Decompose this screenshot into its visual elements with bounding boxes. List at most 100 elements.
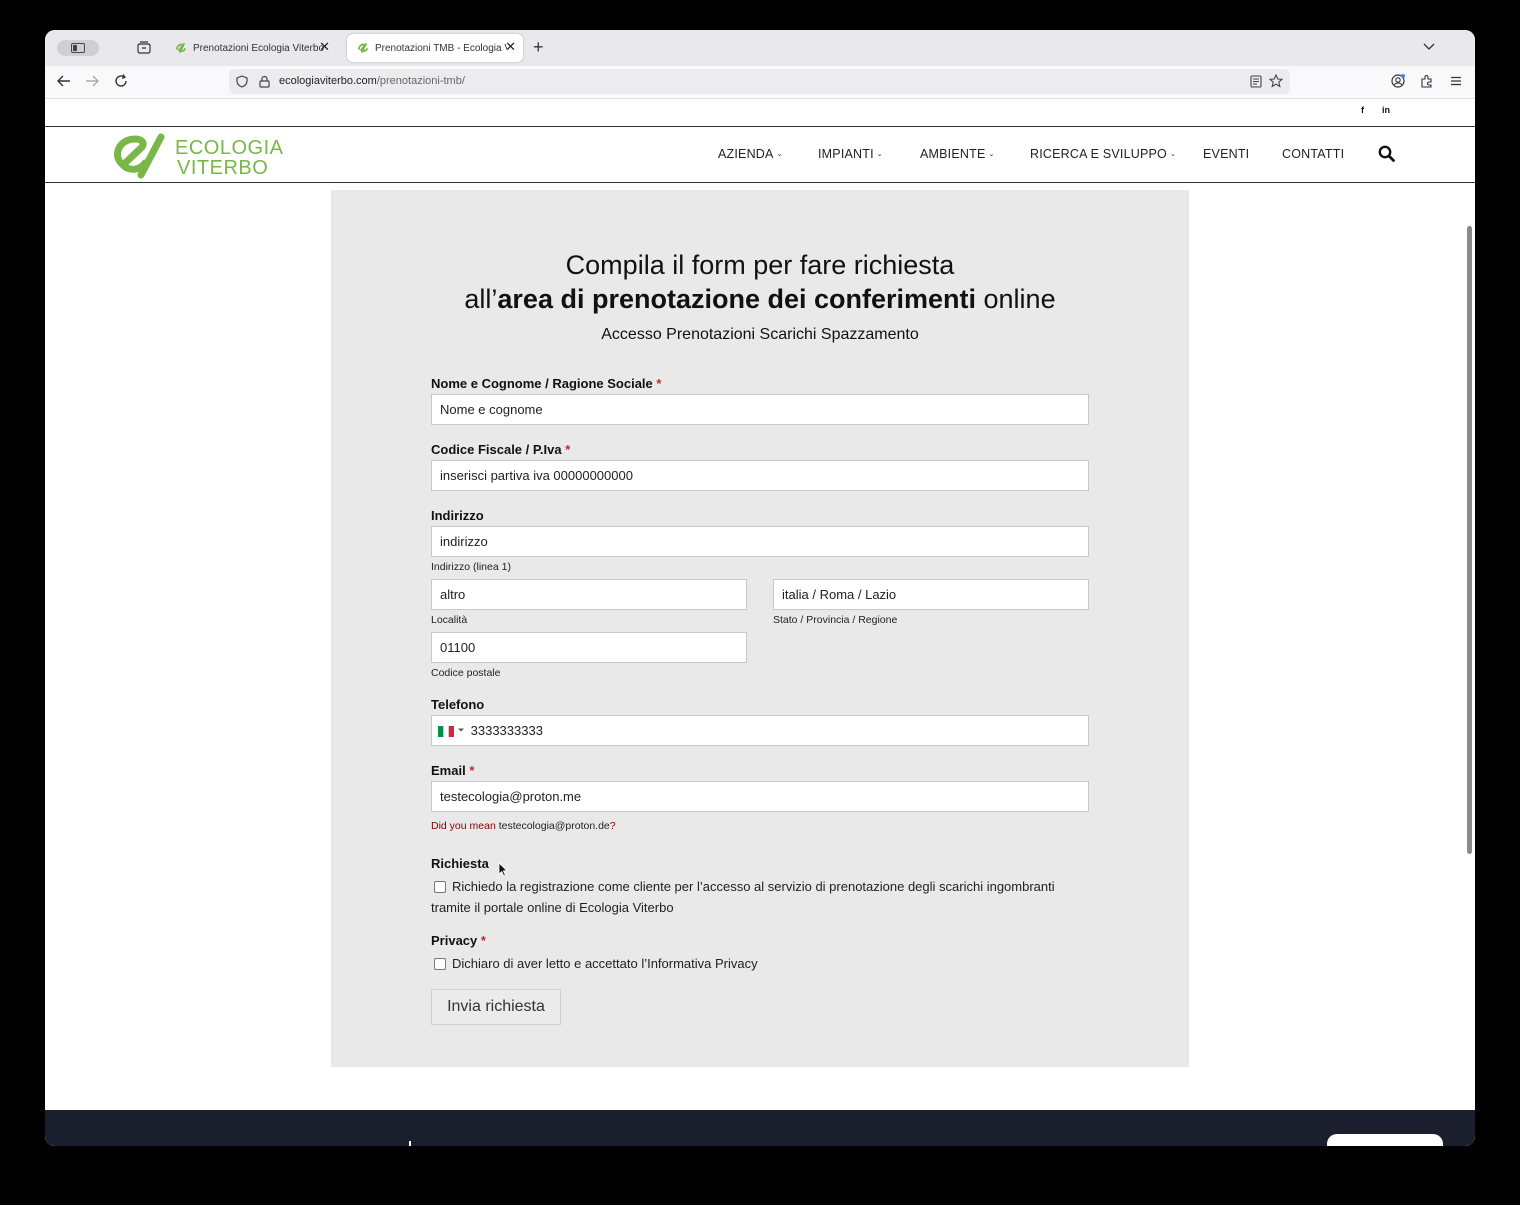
italy-flag-icon: [438, 726, 454, 737]
suggestion-suffix: ?: [609, 820, 616, 832]
request-label: Richiesta: [431, 856, 489, 871]
headline-line-2: all’area di prenotazione dei conferiment…: [331, 282, 1189, 316]
reload-icon[interactable]: [114, 74, 128, 88]
required-marker: *: [480, 933, 486, 948]
page-viewport: f in ECOLOGIA VITERBO AZIENDA ⌄ IMPIANTI ⌄…: [45, 99, 1475, 1146]
hamburger-menu-icon[interactable]: [1449, 74, 1463, 88]
country-code-selector[interactable]: [438, 723, 467, 738]
phone-input[interactable]: 3333333333: [431, 715, 1089, 746]
headline-line-1: Compila il form per fare richiesta: [565, 250, 955, 280]
menu-item-eventi[interactable]: EVENTI: [1203, 147, 1249, 161]
tax-code-input[interactable]: inserisci partiva iva 00000000000: [431, 460, 1089, 491]
form-headline: Compila il form per fare richiesta all’a…: [331, 248, 1189, 316]
menu-item-impianti[interactable]: IMPIANTI ⌄: [818, 147, 883, 161]
list-all-tabs-icon[interactable]: [1423, 40, 1435, 52]
tab-prenotazioni-ecologia[interactable]: Prenotazioni Ecologia Viterbo | E ✕: [165, 34, 337, 62]
email-input[interactable]: testecologia@proton.me: [431, 781, 1089, 812]
page-scrollbar[interactable]: [1467, 226, 1472, 854]
menu-item-contatti[interactable]: CONTATTI: [1282, 147, 1344, 161]
email-suggestion: Did you mean testecologia@proton.de?: [431, 820, 616, 832]
tab-strip: Prenotazioni Ecologia Viterbo | E ✕ Pren…: [45, 30, 1475, 66]
account-icon[interactable]: [1391, 74, 1405, 88]
chevron-down-icon: ⌄: [988, 151, 995, 158]
url-path: /prenotazioni-tmb/: [376, 75, 465, 87]
privacy-checkbox[interactable]: [434, 958, 446, 970]
region-sublabel: Stato / Provincia / Regione: [773, 614, 898, 626]
sidebar-icon: [71, 43, 85, 53]
tab-close-icon[interactable]: ✕: [505, 40, 516, 54]
address-line1-sublabel: Indirizzo (linea 1): [431, 561, 511, 573]
required-marker: *: [469, 763, 475, 778]
top-social-bar: f in: [45, 99, 1475, 127]
region-input[interactable]: italia / Roma / Lazio: [773, 579, 1089, 610]
email-label: Email *: [431, 763, 474, 778]
menu-label: RICERCA E SVILUPPO: [1030, 147, 1167, 161]
browser-window: Prenotazioni Ecologia Viterbo | E ✕ Pren…: [45, 30, 1475, 1146]
tab-title: Prenotazioni Ecologia Viterbo | E: [193, 42, 325, 54]
privacy-option-text[interactable]: Dichiaro di aver letto e accettato l’Inf…: [452, 953, 758, 974]
address-line1-input[interactable]: indirizzo: [431, 526, 1089, 557]
headline-prefix: all’: [464, 284, 498, 314]
privacy-label-text: Privacy: [431, 933, 478, 948]
site-footer: [45, 1110, 1475, 1146]
menu-item-azienda[interactable]: AZIENDA ⌄: [718, 147, 783, 161]
url-bar[interactable]: ecologiaviterbo.com/prenotazioni-tmb/: [229, 69, 1290, 94]
phone-label: Telefono: [431, 697, 485, 712]
address-label: Indirizzo: [431, 508, 484, 523]
site-header: ECOLOGIA VITERBO AZIENDA ⌄ IMPIANTI ⌄ AMBI…: [45, 127, 1475, 183]
footer-button[interactable]: [1327, 1134, 1443, 1146]
city-input[interactable]: altro: [431, 579, 747, 610]
new-tab-button[interactable]: +: [533, 38, 544, 56]
menu-label: AZIENDA: [718, 147, 774, 161]
logo-line-viterbo: VITERBO: [177, 157, 269, 179]
menu-label: AMBIENTE: [920, 147, 986, 161]
site-logo[interactable]: ECOLOGIA VITERBO: [109, 133, 289, 179]
menu-label: CONTATTI: [1282, 147, 1345, 161]
required-marker: *: [656, 376, 662, 391]
name-label: Nome e Cognome / Ragione Sociale *: [431, 376, 661, 391]
submit-request-button[interactable]: Invia richiesta: [431, 989, 561, 1025]
ecologia-logo-mark-icon: [114, 133, 165, 179]
name-input[interactable]: Nome e cognome: [431, 394, 1089, 425]
back-arrow-icon[interactable]: [57, 74, 71, 88]
extensions-puzzle-icon[interactable]: [1420, 74, 1434, 88]
url-text[interactable]: ecologiaviterbo.com/prenotazioni-tmb/: [279, 75, 465, 87]
logo-line-ecologia: ECOLOGIA: [175, 137, 284, 159]
navigation-bar: ecologiaviterbo.com/prenotazioni-tmb/: [45, 66, 1475, 99]
sidebar-toggle-button[interactable]: [57, 40, 99, 56]
lock-icon[interactable]: [259, 75, 270, 88]
tab-overview-icon[interactable]: [137, 40, 151, 54]
suggestion-prefix: Did you mean: [431, 820, 499, 832]
chevron-down-icon: ⌄: [1169, 151, 1177, 158]
tax-code-label: Codice Fiscale / P.Iva *: [431, 442, 570, 457]
chevron-down-icon: ⌄: [776, 151, 783, 158]
privacy-label: Privacy *: [431, 933, 486, 948]
request-option-text-continued[interactable]: tramite il portale online di Ecologia Vi…: [431, 897, 674, 918]
facebook-icon[interactable]: f: [1361, 105, 1364, 115]
postal-code-input[interactable]: 01100: [431, 632, 747, 663]
menu-item-ambiente[interactable]: AMBIENTE ⌄: [920, 147, 995, 161]
logo-wordmark: ECOLOGIA VITERBO: [175, 138, 283, 178]
tab-close-icon[interactable]: ✕: [319, 40, 330, 54]
chevron-down-icon: ⌄: [876, 151, 883, 158]
menu-item-ricerca-e-sviluppo[interactable]: RICERCA E SVILUPPO ⌄: [1030, 147, 1176, 161]
request-checkbox[interactable]: [434, 881, 446, 893]
tax-code-label-text: Codice Fiscale / P.Iva: [431, 442, 562, 457]
name-label-text: Nome e Cognome / Ragione Sociale: [431, 376, 653, 391]
ecologia-favicon-icon: [358, 43, 368, 53]
required-marker: *: [565, 442, 571, 457]
search-icon[interactable]: [1378, 145, 1395, 162]
linkedin-icon[interactable]: in: [1382, 105, 1390, 115]
reader-view-icon[interactable]: [1250, 75, 1262, 88]
tab-title: Prenotazioni TMB - Ecologia Vit: [375, 42, 507, 54]
headline-bold: area di prenotazione dei conferimenti: [497, 284, 977, 314]
forward-arrow-icon[interactable]: [85, 74, 99, 88]
tracking-shield-icon[interactable]: [236, 75, 248, 88]
form-subheading: Accesso Prenotazioni Scarichi Spazzament…: [601, 326, 919, 343]
request-option-text[interactable]: Richiedo la registrazione come cliente p…: [452, 876, 1055, 897]
tab-prenotazioni-tmb[interactable]: Prenotazioni TMB - Ecologia Vit ✕: [347, 34, 523, 62]
headline-suffix: online: [976, 284, 1056, 314]
phone-value: 3333333333: [470, 723, 543, 738]
bookmark-star-icon[interactable]: [1269, 74, 1283, 88]
suggested-email-link[interactable]: testecologia@proton.de: [499, 820, 610, 832]
